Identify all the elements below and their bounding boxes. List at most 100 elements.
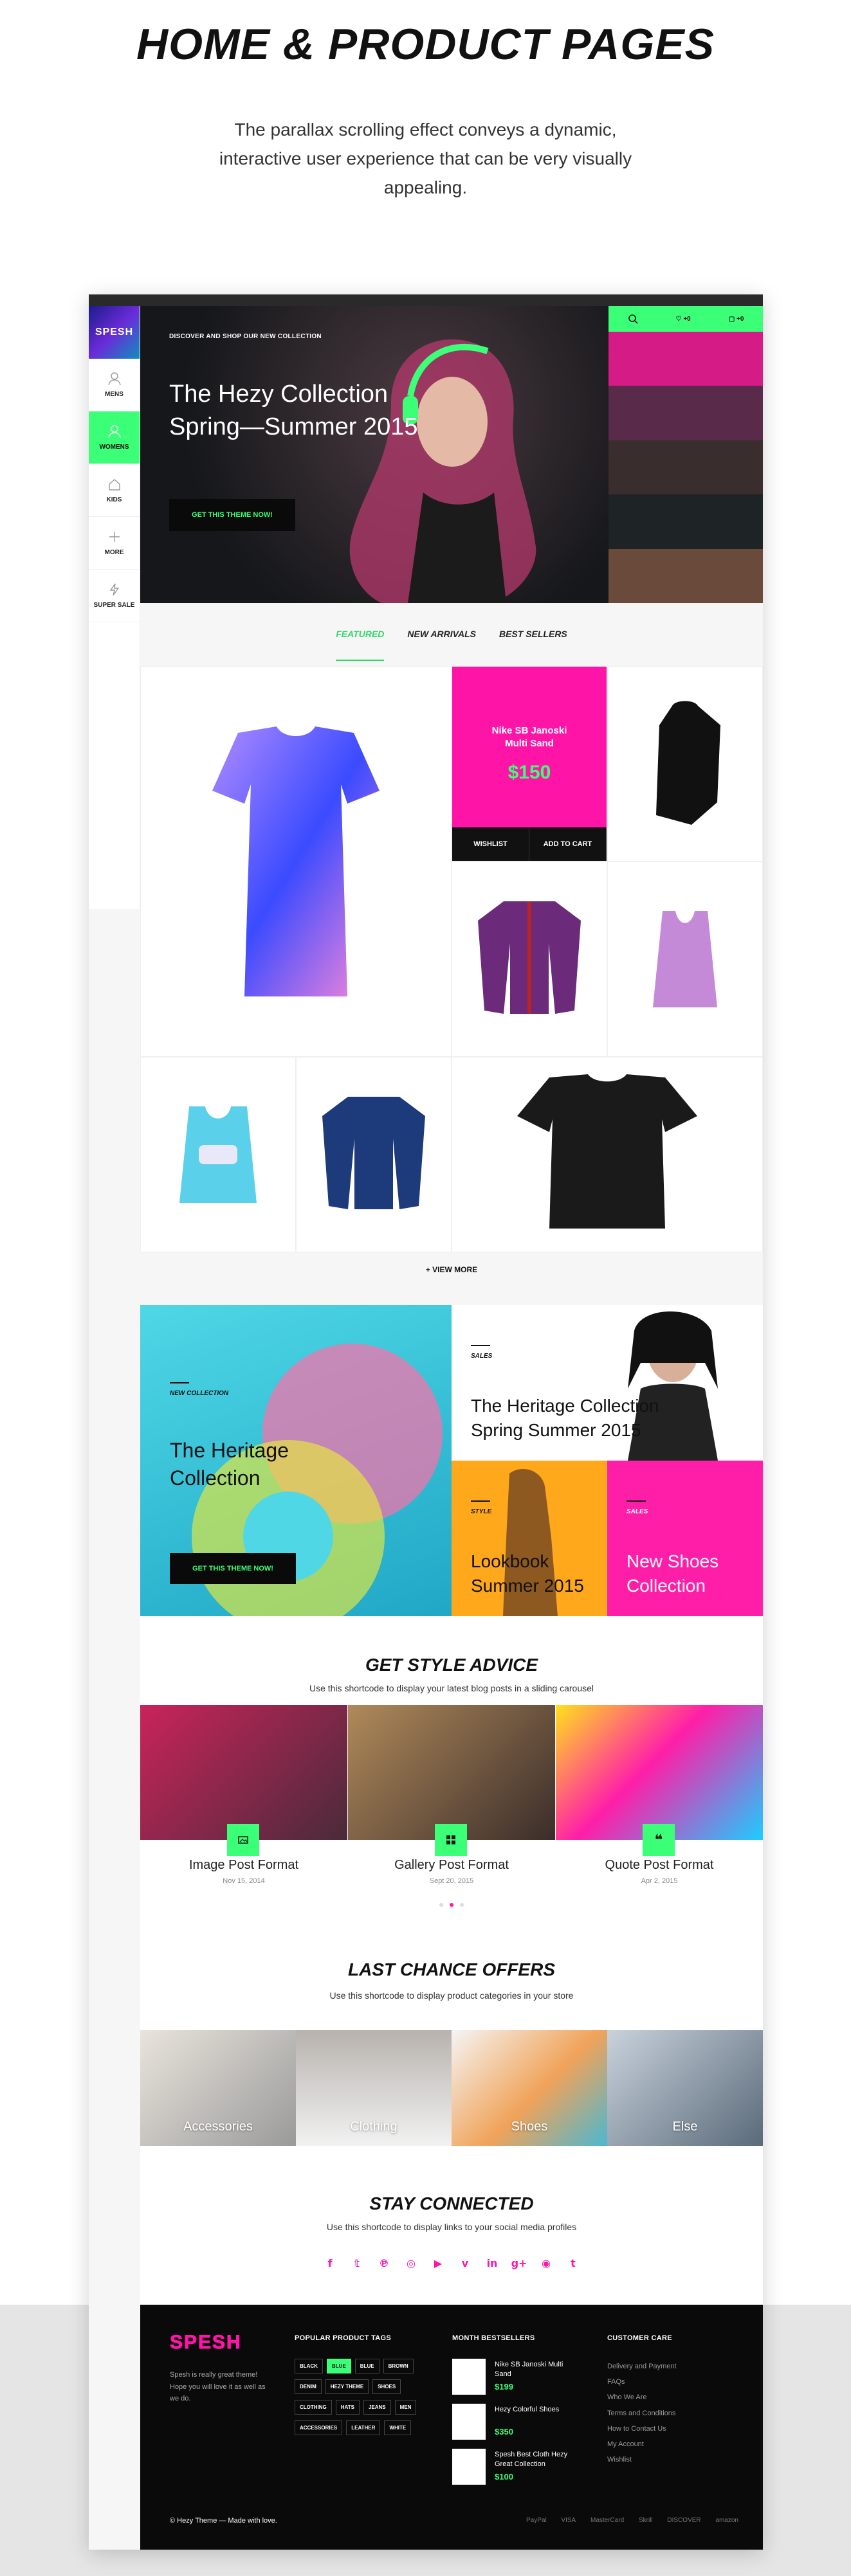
bestsellers-heading: MONTH BESTSELLERS — [452, 2334, 535, 2342]
featured-product-card[interactable]: Nike SB Janoski Multi Sand $150 WISHLIST … — [452, 666, 607, 861]
product-card[interactable] — [140, 1057, 296, 1252]
category-accessories[interactable]: Accessories — [140, 2030, 296, 2146]
sidebar-item-mens[interactable]: MENS — [89, 359, 140, 411]
facebook-icon[interactable]: f — [324, 2256, 336, 2269]
sidebar-item-kids[interactable]: KIDS — [89, 464, 140, 517]
shoes-promo[interactable]: SALES New Shoes Collection — [607, 1461, 763, 1616]
carousel-dot[interactable] — [439, 1903, 443, 1907]
post-title[interactable]: Image Post Format — [140, 1858, 347, 1873]
wishlist-count: +0 — [683, 315, 691, 323]
post-title[interactable]: Gallery Post Format — [348, 1858, 555, 1873]
category-shoes[interactable]: Shoes — [452, 2030, 607, 2146]
linkedin-icon[interactable]: in — [486, 2256, 499, 2269]
thumb-image[interactable] — [609, 548, 763, 603]
tag-link[interactable]: DENIM — [295, 2379, 322, 2394]
category-label: Shoes — [511, 2120, 548, 2134]
promo-cta-button[interactable]: GET THIS THEME NOW! — [170, 1553, 296, 1584]
promo-tag: NEW COLLECTION — [170, 1382, 228, 1397]
pinterest-icon[interactable]: ℗ — [378, 2256, 390, 2269]
wishlist-link[interactable]: ♡ +0 — [676, 316, 691, 323]
category-label: Else — [672, 2120, 698, 2134]
sales-promo[interactable]: SALES The Heritage Collection Spring Summ… — [452, 1305, 763, 1461]
promo-title-line: Collection — [627, 1575, 706, 1596]
thumb-image[interactable] — [609, 386, 763, 440]
black-hoodie-image — [656, 701, 720, 825]
youtube-icon[interactable]: ▶ — [432, 2256, 444, 2269]
post-title[interactable]: Quote Post Format — [556, 1858, 763, 1873]
tag-link[interactable]: ACCESSORIES — [295, 2420, 343, 2435]
tag-link[interactable]: BLUE — [354, 2359, 380, 2373]
tab-new-arrivals[interactable]: NEW ARRIVALS — [407, 629, 476, 661]
tumblr-icon[interactable]: t — [567, 2256, 580, 2269]
care-link[interactable]: Wishlist — [607, 2452, 736, 2467]
thumb-image[interactable] — [609, 332, 763, 386]
tag-link[interactable]: LEATHER — [346, 2420, 381, 2435]
tag-link[interactable]: JEANS — [363, 2400, 391, 2415]
care-link[interactable]: FAQs — [607, 2374, 736, 2390]
tab-best-sellers[interactable]: BEST SELLERS — [499, 629, 567, 661]
payment-logo: MasterCard — [590, 2517, 625, 2524]
tag-link[interactable]: WHITE — [384, 2420, 412, 2435]
rss-icon[interactable]: ◉ — [540, 2256, 553, 2269]
footer-logo[interactable]: SPESH — [170, 2332, 242, 2354]
care-link[interactable]: How to Contact Us — [607, 2421, 736, 2436]
bestseller-item[interactable]: Hezy Colorful Shoes $350 — [452, 2404, 581, 2442]
category-else[interactable]: Else — [607, 2030, 763, 2146]
sidebar-item-womens[interactable]: WOMENS — [89, 411, 140, 464]
category-label: Clothing — [350, 2120, 398, 2134]
tag-link[interactable]: BROWN — [383, 2359, 414, 2373]
tag-link[interactable]: CLOTHING — [295, 2400, 332, 2415]
product-card[interactable] — [140, 666, 452, 1057]
page-heading: HOME & PRODUCT PAGES — [136, 20, 715, 69]
logo[interactable]: SPESH — [89, 306, 140, 359]
add-to-cart-button[interactable]: ADD TO CART — [529, 827, 607, 861]
bomber-jacket-image — [478, 901, 581, 1014]
googleplus-icon[interactable]: g+ — [511, 2256, 527, 2269]
care-link[interactable]: Terms and Conditions — [607, 2406, 736, 2421]
care-link[interactable]: Who We Are — [607, 2390, 736, 2405]
search-icon[interactable] — [628, 314, 638, 324]
sidebar-item-more[interactable]: MORE — [89, 517, 140, 570]
payment-logo: PayPal — [526, 2517, 547, 2524]
post-date: Nov 15, 2014 — [223, 1877, 265, 1885]
product-card[interactable] — [296, 1057, 452, 1252]
carousel-dot[interactable] — [460, 1903, 464, 1907]
blog-post-card[interactable]: ❝ Quote Post Format Apr 2, 2015 — [556, 1705, 763, 1891]
bestseller-item[interactable]: Nike SB Janoski Multi Sand $199 — [452, 2359, 581, 2397]
product-card[interactable] — [452, 1057, 763, 1252]
tag-link[interactable]: MEN — [394, 2400, 417, 2415]
product-card[interactable] — [607, 666, 763, 861]
thumb-image[interactable] — [609, 494, 763, 549]
copyright: © Hezy Theme — Made with love. — [170, 2517, 277, 2525]
blog-post-card[interactable]: Gallery Post Format Sept 20, 2015 — [348, 1705, 555, 1891]
thumb-image[interactable] — [609, 440, 763, 495]
tag-link[interactable]: BLUE — [327, 2359, 351, 2373]
vimeo-icon[interactable]: v — [459, 2256, 471, 2269]
care-link[interactable]: My Account — [607, 2436, 736, 2452]
tag-link[interactable]: HEZY THEME — [325, 2379, 369, 2394]
heart-icon: ♡ — [675, 315, 682, 323]
carousel-dot[interactable] — [450, 1903, 453, 1907]
footer: SPESH Spesh is really great theme! Hope … — [140, 2305, 763, 2550]
sidebar-item-super-sale[interactable]: SUPER SALE — [89, 570, 140, 622]
category-clothing[interactable]: Clothing — [296, 2030, 452, 2146]
bestseller-item[interactable]: Spesh Best Cloth Hezy Great Collection $… — [452, 2449, 581, 2487]
name-line: Multi Sand — [505, 737, 554, 749]
instagram-icon[interactable]: ◎ — [405, 2256, 417, 2269]
care-link[interactable]: Delivery and Payment — [607, 2359, 736, 2374]
style-promo[interactable]: STYLE Lookbook Summer 2015 — [452, 1461, 607, 1616]
heritage-promo[interactable]: NEW COLLECTION The Heritage Collection GE… — [140, 1305, 452, 1616]
tag-link[interactable]: HATS — [335, 2400, 360, 2415]
product-card[interactable] — [452, 861, 607, 1057]
view-more-link[interactable]: + VIEW MORE — [140, 1265, 763, 1274]
tag-link[interactable]: BLACK — [295, 2359, 323, 2373]
hero-cta-button[interactable]: GET THIS THEME NOW! — [169, 499, 295, 531]
twitter-icon[interactable]: 𝕥 — [351, 2256, 363, 2269]
tab-featured[interactable]: FEATURED — [336, 629, 385, 661]
wishlist-button[interactable]: WISHLIST — [452, 827, 529, 861]
product-card[interactable] — [607, 861, 763, 1057]
blog-post-card[interactable]: Image Post Format Nov 15, 2014 — [140, 1705, 347, 1891]
cart-link[interactable]: ▢ +0 — [729, 316, 744, 323]
tag-link[interactable]: SHOES — [372, 2379, 401, 2394]
style-advice-subtitle: Use this shortcode to display your lates… — [309, 1683, 594, 1693]
